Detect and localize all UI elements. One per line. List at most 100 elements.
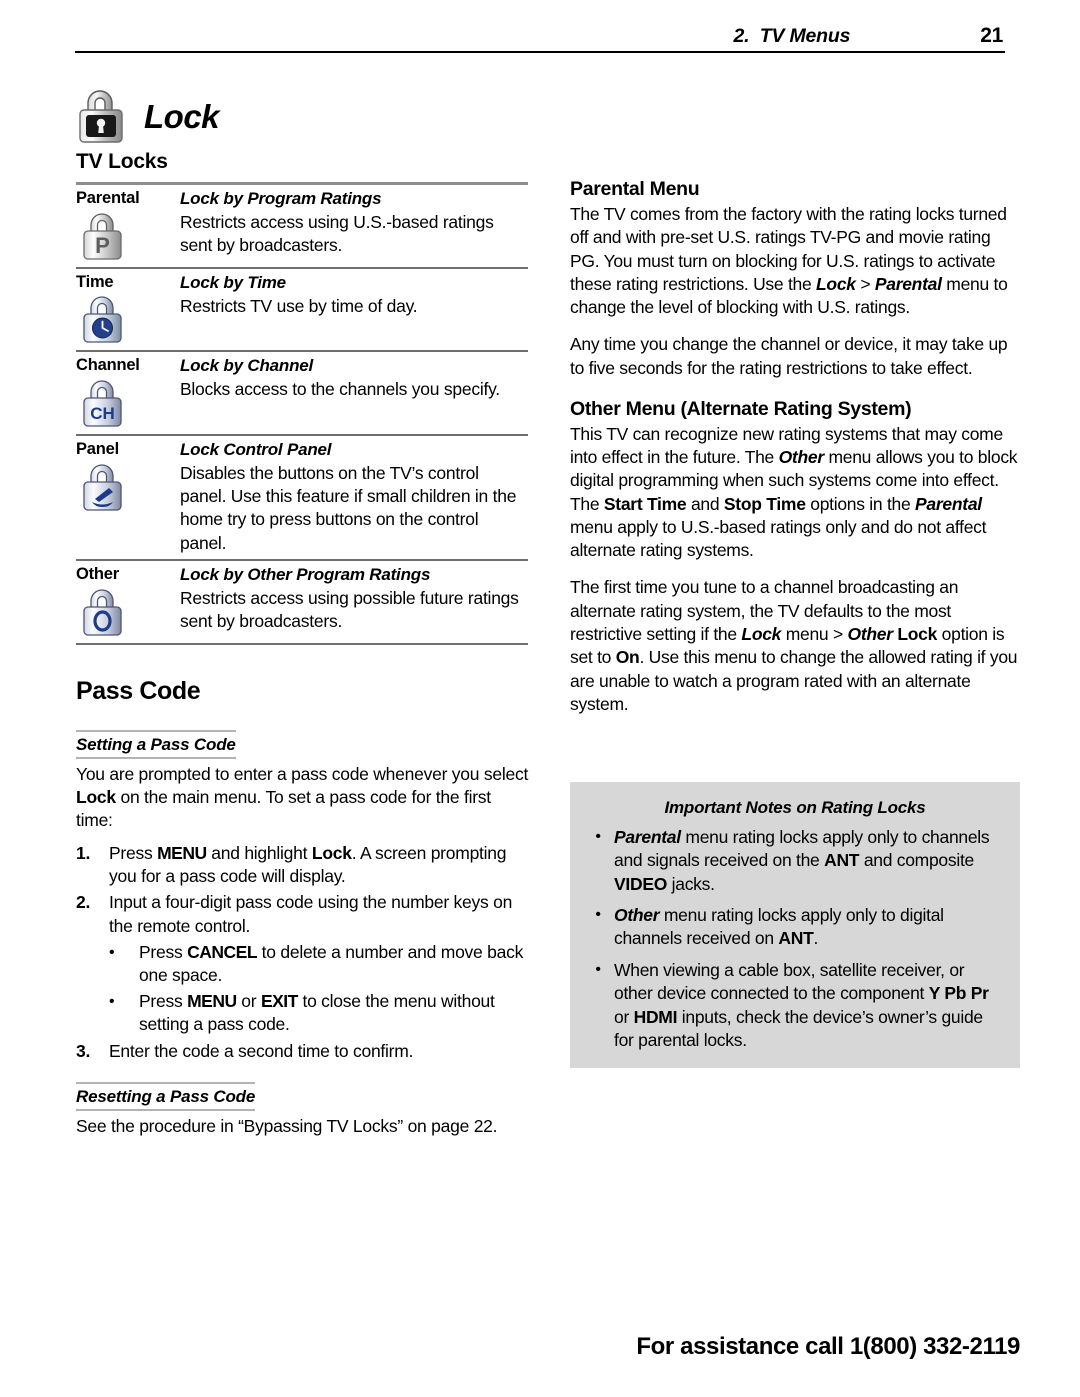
lock-description: Disables the buttons on the TV’s control… xyxy=(180,462,528,555)
pass-code-intro: You are prompted to enter a pass code wh… xyxy=(76,763,531,833)
header-row: 2. TV Menus 21 xyxy=(75,24,1005,48)
intro-bold-lock: Lock xyxy=(76,787,116,807)
row-icon-cell: Time xyxy=(76,272,180,347)
table-row: Parental P xyxy=(76,185,528,269)
lock-title-text: Lock xyxy=(144,98,219,136)
svg-text:P: P xyxy=(95,233,110,258)
bullet-icon: • xyxy=(582,826,614,896)
lock-heading: Lock by Other Program Ratings xyxy=(180,565,528,585)
list-item: • Other menu rating locks apply only to … xyxy=(582,904,1002,951)
other-menu-paragraph-2: The first time you tune to a channel bro… xyxy=(570,576,1020,716)
tv-locks-heading: TV Locks xyxy=(76,150,531,174)
menu-other: Other xyxy=(779,447,824,467)
step-text: Press MENU and highlight Lock. A screen … xyxy=(109,842,531,889)
lock-description: Restricts access using U.S.-based rating… xyxy=(180,211,528,258)
row-icon-cell: Panel xyxy=(76,439,180,555)
step-number: 2. xyxy=(76,891,109,938)
list-item: • When viewing a cable box, satellite re… xyxy=(582,959,1002,1052)
list-item: 3. Enter the code a second time to confi… xyxy=(76,1040,531,1063)
bullet-icon: • xyxy=(582,959,614,1052)
padlock-o-icon xyxy=(79,587,180,639)
row-body-cell: Lock by Program Ratings Restricts access… xyxy=(180,188,528,263)
menu-lock: Lock xyxy=(741,624,781,644)
notes-title: Important Notes on Rating Locks xyxy=(570,798,1020,818)
left-column: TV Locks Parental P xyxy=(76,150,531,1147)
parental-menu-paragraph-2: Any time you change the channel or devic… xyxy=(570,333,1020,380)
tv-locks-table: Parental P xyxy=(76,182,528,645)
menu-other: Other xyxy=(847,624,892,644)
table-row: Time xyxy=(76,269,528,353)
row-icon-cell: Channel CH xyxy=(76,355,180,430)
important-notes-box: Important Notes on Rating Locks • Parent… xyxy=(570,782,1020,1068)
row-icon-cell: Other xyxy=(76,564,180,639)
padlock-hand-icon xyxy=(79,462,180,514)
pass-code-steps: 1. Press MENU and highlight Lock. A scre… xyxy=(76,842,531,938)
lock-heading: Lock by Time xyxy=(180,273,528,293)
sub-prefix: Press xyxy=(139,991,187,1011)
pass-code-block: Pass Code Setting a Pass Code You are pr… xyxy=(76,677,531,1139)
option-stop-time: Stop Time xyxy=(724,494,806,514)
sub-mid: or xyxy=(237,991,261,1011)
row-body-cell: Lock by Channel Blocks access to the cha… xyxy=(180,355,528,430)
step-text: Enter the code a second time to confirm. xyxy=(109,1040,531,1063)
n2-d: or xyxy=(614,1007,634,1027)
n0-f: jacks. xyxy=(667,874,715,894)
lock-name: Channel xyxy=(76,355,180,376)
key-menu: MENU xyxy=(187,991,237,1011)
chapter-title: 2. TV Menus xyxy=(733,25,850,48)
notes-list: • Parental menu rating locks apply only … xyxy=(570,826,1020,1052)
n0-d: and composite xyxy=(859,850,974,870)
page-number: 21 xyxy=(980,24,1003,48)
parental-menu-heading: Parental Menu xyxy=(570,178,1020,201)
note-text: Other menu rating locks apply only to di… xyxy=(614,904,1002,951)
key-exit: EXIT xyxy=(261,991,298,1011)
bullet-icon: • xyxy=(109,941,139,988)
other-menu-paragraph-1: This TV can recognize new rating systems… xyxy=(570,423,1020,563)
jack-ant: ANT xyxy=(824,850,859,870)
note-text: When viewing a cable box, satellite rece… xyxy=(614,959,1002,1052)
svg-text:CH: CH xyxy=(90,404,115,423)
list-item: • Parental menu rating locks apply only … xyxy=(582,826,1002,896)
note-text: Parental menu rating locks apply only to… xyxy=(614,826,1002,896)
input-hdmi: HDMI xyxy=(634,1007,678,1027)
table-row: Other Loc xyxy=(76,561,528,645)
pass-code-steps-cont: 3. Enter the code a second time to confi… xyxy=(76,1040,531,1063)
right-column: Parental Menu The TV comes from the fact… xyxy=(570,178,1020,730)
step-text: Input a four-digit pass code using the n… xyxy=(109,891,531,938)
input-ypbpr: Y Pb Pr xyxy=(929,983,989,1003)
menu-parental: Parental xyxy=(875,274,942,294)
n2-b: When viewing a cable box, satellite rece… xyxy=(614,960,964,1003)
lock-title-block: Lock xyxy=(76,88,219,144)
page-header: 2. TV Menus 21 xyxy=(75,24,1005,58)
lock-name: Panel xyxy=(76,439,180,460)
bullet-icon: • xyxy=(109,990,139,1037)
o1-e: menu apply to U.S.-based ratings only an… xyxy=(570,517,986,560)
row-body-cell: Lock by Other Program Ratings Restricts … xyxy=(180,564,528,639)
resetting-pass-code-subhead: Resetting a Pass Code xyxy=(76,1082,255,1111)
key-menu: MENU xyxy=(157,843,207,863)
other-menu-heading: Other Menu (Alternate Rating System) xyxy=(570,398,1020,421)
step-number: 3. xyxy=(76,1040,109,1063)
menu-other: Other xyxy=(614,905,659,925)
table-row: Panel xyxy=(76,436,528,561)
lock-name: Time xyxy=(76,272,180,293)
list-item: • Press MENU or EXIT to close the menu w… xyxy=(76,990,531,1037)
option-on: On xyxy=(616,647,640,667)
jack-video: VIDEO xyxy=(614,874,667,894)
padlock-ch-icon: CH xyxy=(79,378,180,430)
lock-description: Restricts access using possible future r… xyxy=(180,587,528,634)
menu-parental: Parental xyxy=(915,494,982,514)
pass-code-heading: Pass Code xyxy=(76,677,531,706)
option-lock: Lock xyxy=(897,624,937,644)
menu-lock: Lock xyxy=(312,843,352,863)
key-cancel: CANCEL xyxy=(187,942,257,962)
o1-c: and xyxy=(686,494,724,514)
lock-heading: Lock Control Panel xyxy=(180,440,528,460)
sub-bullet-text: Press CANCEL to delete a number and move… xyxy=(139,941,531,988)
menu-parental: Parental xyxy=(614,827,681,847)
step-number: 1. xyxy=(76,842,109,889)
resetting-pass-code-text: See the procedure in “Bypassing TV Locks… xyxy=(76,1115,531,1138)
list-item: • Press CANCEL to delete a number and mo… xyxy=(76,941,531,988)
sub-prefix: Press xyxy=(139,942,187,962)
sub-bullet-text: Press MENU or EXIT to close the menu wit… xyxy=(139,990,531,1037)
